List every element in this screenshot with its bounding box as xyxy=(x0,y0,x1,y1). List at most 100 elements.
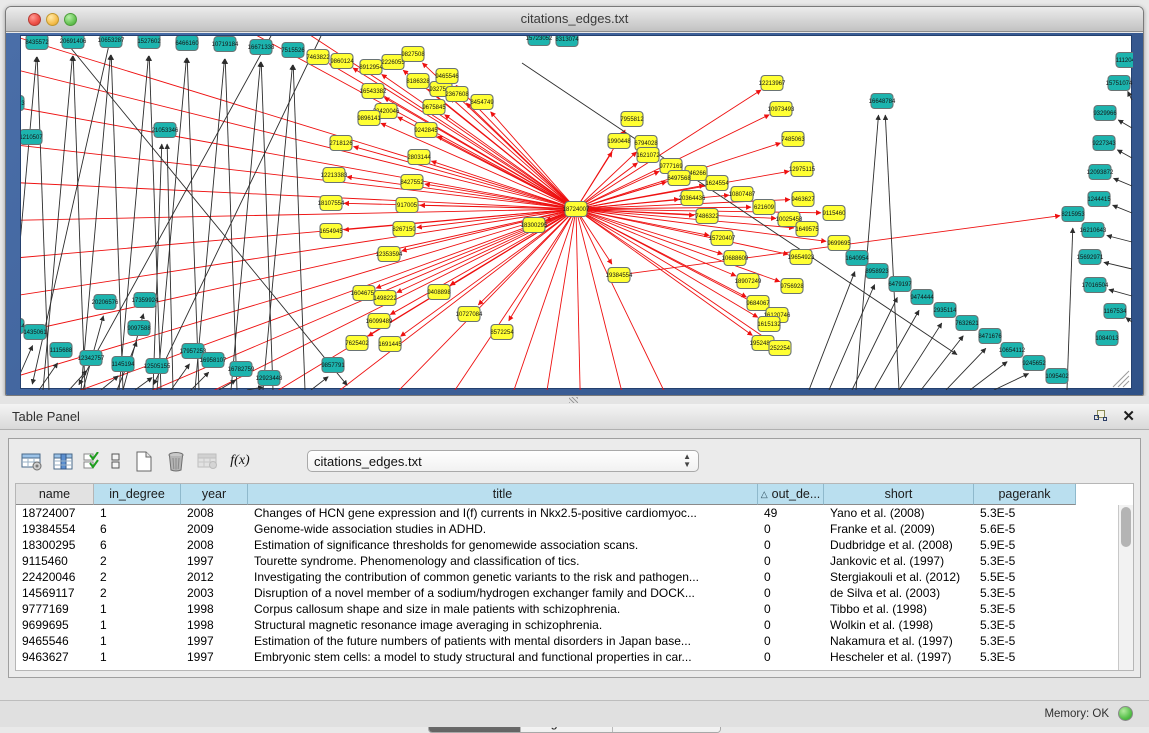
graph-node-yellow[interactable]: 9408898 xyxy=(427,285,451,300)
graph-node-yellow[interactable]: 9756928 xyxy=(780,279,804,294)
graph-node-yellow[interactable]: 1649575 xyxy=(795,222,819,237)
graph-node-teal[interactable]: 8313074 xyxy=(555,36,579,47)
graph-node-yellow[interactable]: 7463822 xyxy=(306,50,330,65)
table-cell[interactable]: 0 xyxy=(758,521,824,537)
graph-node-teal[interactable]: 10653287 xyxy=(98,36,125,48)
vertical-scrollbar[interactable] xyxy=(1118,505,1133,670)
graph-node-teal[interactable]: 6479197 xyxy=(888,277,912,292)
graph-node-yellow[interactable]: 18724007 xyxy=(563,202,590,217)
table-cell[interactable]: Changes of HCN gene expression and I(f) … xyxy=(248,505,758,521)
graph-node-teal[interactable]: 20206576 xyxy=(92,295,119,310)
graph-node-teal[interactable]: 2053123 xyxy=(21,96,25,111)
column-header-year[interactable]: year xyxy=(181,484,248,505)
table-cell[interactable]: 49 xyxy=(758,505,824,521)
graph-node-yellow[interactable]: 9242845 xyxy=(414,123,438,138)
graph-node-teal[interactable]: 10654112 xyxy=(999,343,1026,358)
column-header-out_de[interactable]: △out_de... xyxy=(758,484,824,505)
table-cell[interactable]: 2008 xyxy=(181,505,248,521)
table-cell[interactable]: Disruption of a novel member of a sodium… xyxy=(248,585,758,601)
graph-node-teal[interactable]: 12505155 xyxy=(144,359,171,374)
table-cell[interactable]: 5.3E-5 xyxy=(974,617,1076,633)
table-row[interactable]: 977716911998Corpus callosum shape and si… xyxy=(16,601,1076,617)
graph-node-teal[interactable]: 9097588 xyxy=(127,321,151,336)
table-cell[interactable]: 0 xyxy=(758,601,824,617)
table-row[interactable]: 911546021997Tourette syndrome. Phenomeno… xyxy=(16,553,1076,569)
graph-node-teal[interactable]: 8215953 xyxy=(1061,207,1085,222)
table-cell[interactable]: 9465546 xyxy=(16,633,94,649)
graph-node-yellow[interactable]: 2803144 xyxy=(407,150,431,165)
graph-node-yellow[interactable]: 12975115 xyxy=(789,162,816,177)
column-header-pagerank[interactable]: pagerank xyxy=(974,484,1076,505)
graph-node-yellow[interactable]: 9465546 xyxy=(435,69,459,84)
column-header-name[interactable]: name xyxy=(16,484,94,505)
table-cell[interactable]: Jankovic et al. (1997) xyxy=(824,553,974,569)
table-cell[interactable]: 5.3E-5 xyxy=(974,649,1076,665)
graph-node-yellow[interactable]: 7485063 xyxy=(781,132,805,147)
graph-node-teal[interactable]: 1145194 xyxy=(112,357,136,372)
table-row[interactable]: 2242004622012Investigating the contribut… xyxy=(16,569,1076,585)
graph-node-teal[interactable]: 1112045 xyxy=(1116,53,1133,68)
window-titlebar[interactable]: citations_edges.txt xyxy=(6,7,1143,32)
graph-node-teal[interactable]: 1527602 xyxy=(137,36,161,49)
graph-node-yellow[interactable]: 20364436 xyxy=(679,191,706,206)
table-cell[interactable]: Estimation of significance thresholds fo… xyxy=(248,537,758,553)
table-cell[interactable]: 1997 xyxy=(181,633,248,649)
table-cell[interactable]: 6 xyxy=(94,521,181,537)
function-icon[interactable]: f(x) xyxy=(227,448,253,474)
table-settings-icon[interactable] xyxy=(19,448,45,474)
canvas-resize-grip[interactable] xyxy=(1113,371,1129,387)
graph-node-teal[interactable]: 15723052 xyxy=(526,36,553,46)
table-cell[interactable]: Tibbo et al. (1998) xyxy=(824,601,974,617)
graph-node-yellow[interactable]: 8267150 xyxy=(392,222,416,237)
table-cell[interactable]: Hescheler et al. (1997) xyxy=(824,649,974,665)
column-header-in_degree[interactable]: in_degree xyxy=(94,484,181,505)
table-cell[interactable]: Dudbridge et al. (2008) xyxy=(824,537,974,553)
table-cell[interactable]: 2 xyxy=(94,569,181,585)
graph-node-teal[interactable]: 1210507 xyxy=(21,130,43,145)
graph-node-yellow[interactable]: 12213967 xyxy=(759,76,786,91)
table-row[interactable]: 1830029562008Estimation of significance … xyxy=(16,537,1076,553)
table-cell[interactable]: Structural magnetic resonance image aver… xyxy=(248,617,758,633)
graph-node-teal[interactable]: 15751074 xyxy=(1106,76,1133,91)
table-cell[interactable]: 5.3E-5 xyxy=(974,553,1076,569)
graph-node-teal[interactable]: 10719184 xyxy=(212,37,239,52)
graph-node-yellow[interactable]: 18107554 xyxy=(318,196,345,211)
graph-node-teal[interactable]: 2935114 xyxy=(934,303,958,318)
graph-node-teal[interactable]: 16671338 xyxy=(248,40,275,55)
table-cell[interactable]: 5.3E-5 xyxy=(974,601,1076,617)
graph-node-yellow[interactable]: 8912954 xyxy=(359,60,383,75)
graph-node-teal[interactable]: 16782759 xyxy=(228,362,255,377)
scrollbar-thumb[interactable] xyxy=(1121,507,1131,547)
graph-node-teal[interactable]: 12923448 xyxy=(256,371,283,386)
graph-node-yellow[interactable]: 12213383 xyxy=(321,168,348,183)
graph-node-yellow[interactable]: 10807487 xyxy=(729,187,756,202)
graph-node-yellow[interactable]: 8427552 xyxy=(400,175,424,190)
table-cell[interactable]: 18300295 xyxy=(16,537,94,553)
table-column-icon[interactable] xyxy=(51,448,77,474)
network-canvas[interactable]: 8435572206914061065328715276026466160107… xyxy=(20,35,1132,389)
graph-node-yellow[interactable]: 7625402 xyxy=(345,336,369,351)
graph-node-yellow[interactable]: 18907249 xyxy=(735,274,762,289)
table-cell[interactable]: 1 xyxy=(94,505,181,521)
graph-node-teal[interactable]: 1435061 xyxy=(23,325,47,340)
graph-node-yellow[interactable]: 7955812 xyxy=(620,112,644,127)
table-cell[interactable]: 14569117 xyxy=(16,585,94,601)
graph-node-teal[interactable]: 1115688 xyxy=(50,343,73,358)
column-header-short[interactable]: short xyxy=(824,484,974,505)
table-cell[interactable]: 5.9E-5 xyxy=(974,537,1076,553)
table-cell[interactable]: 5.6E-5 xyxy=(974,521,1076,537)
table-cell[interactable]: 1 xyxy=(94,633,181,649)
graph-node-teal[interactable]: 17016504 xyxy=(1082,278,1109,293)
graph-node-yellow[interactable]: 7486322 xyxy=(695,209,719,224)
graph-node-teal[interactable]: 9857791 xyxy=(321,358,345,373)
table-cell[interactable]: 1 xyxy=(94,617,181,633)
table-cell[interactable]: 0 xyxy=(758,633,824,649)
graph-node-yellow[interactable]: 917005 xyxy=(396,198,418,213)
memory-ok-indicator[interactable] xyxy=(1118,706,1133,721)
table-row[interactable]: 946554611997Estimation of the future num… xyxy=(16,633,1076,649)
graph-node-teal[interactable]: 9245652 xyxy=(1022,356,1046,371)
graph-node-yellow[interactable]: 12353594 xyxy=(376,247,403,262)
graph-node-teal[interactable]: 1167534 xyxy=(1104,304,1128,319)
graph-node-yellow[interactable]: 9827508 xyxy=(401,47,425,62)
graph-node-yellow[interactable]: 1624554 xyxy=(705,176,729,191)
